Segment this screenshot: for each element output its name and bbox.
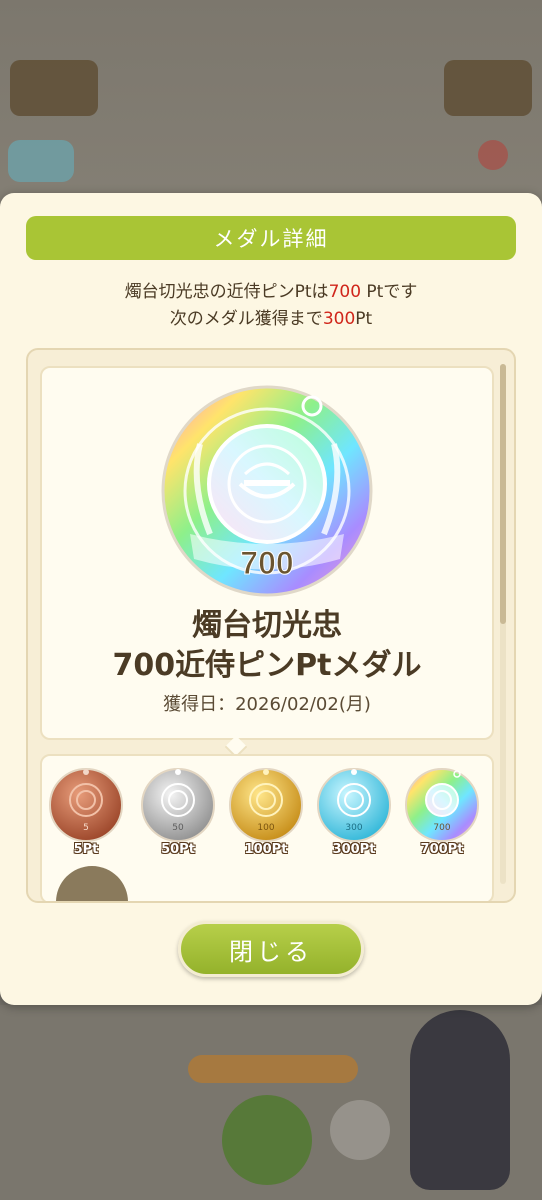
aqua-medal-icon: 300 [317, 768, 391, 842]
medal-label: 5Pt [73, 842, 99, 857]
medal-number: 700 [433, 823, 450, 833]
medal-name: 燭台切光忠 700近侍ピンPtメダル [112, 608, 422, 683]
medal-item-700pt[interactable]: 700 700Pt [402, 766, 482, 866]
rainbow-medal-icon: 700 [405, 768, 479, 842]
background-chip [8, 140, 74, 182]
current-points-line: 燭台切光忠の近侍ピンPtは700 Ptです [124, 282, 418, 302]
medal-number: 50 [172, 823, 184, 833]
background-character [410, 1010, 510, 1190]
medal-number: 5 [83, 823, 89, 833]
medal-item-5pt[interactable]: 5 5Pt [46, 766, 126, 866]
medal-label: 700Pt [420, 842, 464, 857]
medal-label: 300Pt [332, 842, 376, 857]
next-points-value: 300 [322, 309, 356, 329]
silver-medal-icon: 50 [141, 768, 215, 842]
dialog-title: メダル詳細 [26, 216, 516, 260]
points-description: 燭台切光忠の近侍ピンPtは700 Ptです 次のメダル獲得まで300Pt [0, 279, 542, 333]
medal-list: 5 5Pt 50 50Pt 100 100Pt 300 300Pt 700 70… [40, 754, 494, 901]
medal-item-300pt[interactable]: 300 300Pt [314, 766, 394, 866]
medal-item-100pt[interactable]: 100 100Pt [226, 766, 306, 866]
next-medal-line: 次のメダル獲得まで300Pt [169, 309, 373, 329]
acquired-date: 獲得日：2026/02/02(月) [163, 694, 371, 715]
background-round-button [330, 1100, 390, 1160]
background-pill [188, 1055, 358, 1083]
background-right-button [444, 60, 532, 116]
medal-number: 100 [257, 823, 274, 833]
background-badge [478, 140, 508, 170]
locked-medal[interactable] [56, 866, 128, 901]
selected-medal-number: 700 [240, 545, 293, 581]
medal-detail-dialog: メダル詳細 燭台切光忠の近侍ピンPtは700 Ptです 次のメダル獲得まで300… [0, 193, 542, 1005]
selected-medal-image: 700 [161, 385, 373, 597]
current-points-value: 700 [328, 282, 362, 302]
medal-panel[interactable]: 700 燭台切光忠 700近侍ピンPtメダル 獲得日：2026/02/02(月)… [26, 348, 516, 903]
bronze-medal-icon: 5 [49, 768, 123, 842]
panel-scrollbar[interactable] [500, 364, 506, 884]
close-button[interactable]: 閉じる [178, 921, 364, 977]
medal-item-50pt[interactable]: 50 50Pt [138, 766, 218, 866]
medal-detail-card: 700 燭台切光忠 700近侍ピンPtメダル 獲得日：2026/02/02(月) [40, 366, 494, 740]
medal-label: 100Pt [244, 842, 288, 857]
medal-number: 300 [345, 823, 362, 833]
background-left-button [10, 60, 98, 116]
gold-medal-icon: 100 [229, 768, 303, 842]
medal-label: 50Pt [161, 842, 195, 857]
scroll-thumb[interactable] [500, 364, 506, 624]
background-pin-button [222, 1095, 312, 1185]
